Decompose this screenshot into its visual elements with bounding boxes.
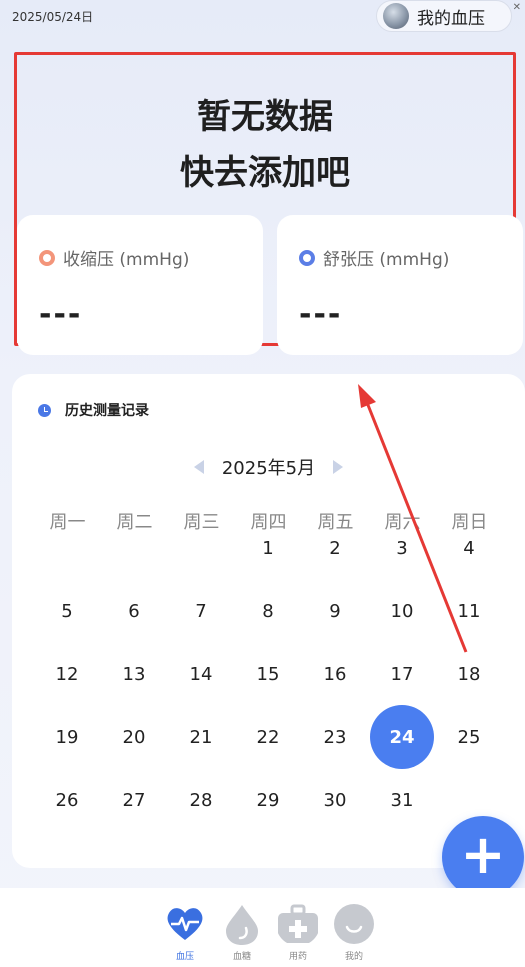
drop-icon <box>226 905 258 945</box>
calendar-day[interactable]: 15 <box>236 642 300 706</box>
calendar-day[interactable]: 18 <box>437 642 501 706</box>
calendar-day[interactable]: 25 <box>437 705 501 769</box>
calendar-day[interactable]: 22 <box>236 705 300 769</box>
tab-medication[interactable]: 用药 <box>268 902 328 962</box>
diastolic-label: 舒张压 (mmHg) <box>323 250 450 270</box>
my-blood-pressure-button[interactable]: 我的血压 <box>376 0 512 32</box>
calendar-day[interactable]: 21 <box>169 705 233 769</box>
calendar-day[interactable]: 5 <box>35 579 99 643</box>
tab-label: 我的 <box>344 952 363 962</box>
calendar-day[interactable]: 2 <box>303 516 367 580</box>
empty-state-panel: 暂无数据 快去添加吧 收缩压 (mmHg) --- 舒张压 (mmHg) --- <box>14 52 523 355</box>
calendar-day[interactable]: 26 <box>35 768 99 832</box>
calendar-day[interactable]: 28 <box>169 768 233 832</box>
calendar-day[interactable]: 17 <box>370 642 434 706</box>
diastolic-card: 舒张压 (mmHg) --- <box>277 215 523 355</box>
calendar-day[interactable]: 13 <box>102 642 166 706</box>
smile-icon <box>334 904 374 944</box>
tab-label: 血糖 <box>232 952 251 962</box>
tab-blood-sugar[interactable]: 血糖 <box>212 902 272 962</box>
calendar-day[interactable]: 8 <box>236 579 300 643</box>
systolic-card: 收缩压 (mmHg) --- <box>17 215 263 355</box>
plus-icon: + <box>460 823 506 886</box>
tab-blood-pressure[interactable]: 血压 <box>155 902 215 962</box>
calendar-day[interactable]: 3 <box>370 516 434 580</box>
empty-state-message: 暂无数据 快去添加吧 <box>17 89 513 201</box>
diastolic-value: --- <box>299 297 343 332</box>
calendar-day[interactable]: 27 <box>102 768 166 832</box>
medkit-icon <box>278 904 318 943</box>
month-label: 2025年5月 <box>221 458 316 479</box>
weekday-label: 周一 <box>49 512 86 533</box>
add-record-button[interactable]: + <box>442 816 524 898</box>
calendar-day[interactable]: 14 <box>169 642 233 706</box>
prev-month-icon[interactable] <box>193 460 204 474</box>
empty-state-line2: 快去添加吧 <box>180 153 350 193</box>
calendar-day[interactable]: 7 <box>169 579 233 643</box>
history-title: 历史测量记录 <box>65 403 149 419</box>
history-calendar-card: 历史测量记录 2025年5月 周一 周二 周三 周四 周五 周六 周日 1234567891… <box>12 374 525 868</box>
calendar-day[interactable]: 30 <box>303 768 367 832</box>
calendar-day[interactable]: 20 <box>102 705 166 769</box>
profile-label: 我的血压 <box>417 8 485 29</box>
calendar-day[interactable]: 19 <box>35 705 99 769</box>
diastolic-dot-icon <box>299 249 315 266</box>
tab-label: 血压 <box>175 952 194 962</box>
month-navigator: 2025年5月 <box>12 454 525 480</box>
heart-pulse-icon <box>167 908 203 940</box>
clock-icon <box>38 403 51 417</box>
systolic-label: 收缩压 (mmHg) <box>63 250 190 270</box>
tab-mine[interactable]: 我的 <box>324 902 384 962</box>
calendar-day[interactable]: 1 <box>236 516 300 580</box>
bottom-tab-bar: 血压 血糖 用药 我的 <box>0 888 525 967</box>
calendar-day[interactable]: 29 <box>236 768 300 832</box>
calendar-day[interactable]: 11 <box>437 579 501 643</box>
calendar-day[interactable]: 16 <box>303 642 367 706</box>
close-icon[interactable]: ✕ <box>513 2 521 13</box>
systolic-value: --- <box>39 297 83 332</box>
next-month-icon[interactable] <box>333 460 344 474</box>
calendar-day[interactable]: 9 <box>303 579 367 643</box>
tab-label: 用药 <box>288 952 307 962</box>
calendar-day[interactable]: 31 <box>370 768 434 832</box>
weekday-label: 周二 <box>116 512 153 533</box>
status-date: 2025/05/24日 <box>12 10 94 24</box>
calendar-day[interactable]: 12 <box>35 642 99 706</box>
globe-icon <box>383 3 409 29</box>
empty-state-line1: 暂无数据 <box>197 97 333 137</box>
calendar-day[interactable]: 10 <box>370 579 434 643</box>
weekday-label: 周三 <box>183 512 220 533</box>
systolic-dot-icon <box>39 249 55 266</box>
calendar-day[interactable]: 6 <box>102 579 166 643</box>
calendar-day-selected[interactable]: 24 <box>370 705 434 769</box>
calendar-day[interactable]: 4 <box>437 516 501 580</box>
calendar-day[interactable]: 23 <box>303 705 367 769</box>
